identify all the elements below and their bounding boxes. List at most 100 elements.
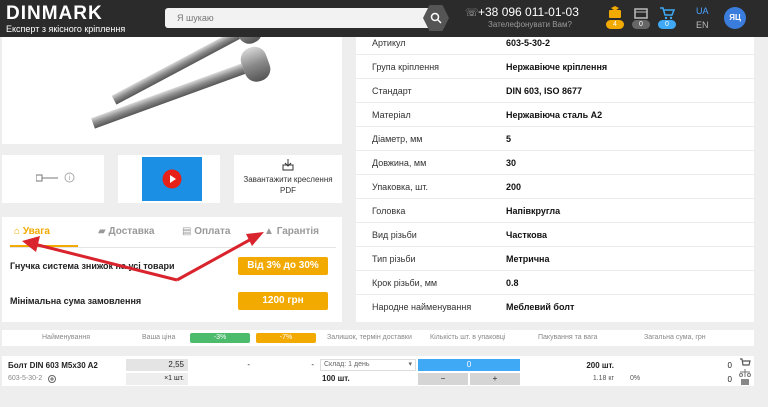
chevron-down-icon: ▾	[408, 361, 412, 368]
decrease-button[interactable]: −	[418, 373, 468, 385]
col-price: Ваша ціна	[142, 334, 176, 341]
product-image[interactable]	[2, 13, 342, 144]
tab-label: Увага	[22, 226, 50, 237]
avatar[interactable]: ЯЦ	[724, 7, 746, 29]
spec-value: 200	[506, 182, 522, 192]
specs-table: Артикул 603-5-30-2 Група кріплення Нержаві…	[356, 37, 754, 322]
spec-value: Меблевий болт	[506, 302, 575, 312]
order-table-header: Найменування Ваша ціна -3% -7% Залишок, …	[2, 330, 754, 346]
thumbnail-video[interactable]	[118, 155, 220, 203]
spec-label: Група кріплення	[372, 62, 440, 72]
product-name[interactable]: Болт DIN 603 M5x30 A2	[8, 361, 98, 370]
spec-row: Народне найменування Меблевий болт	[356, 295, 754, 319]
phone-icon: ☏	[465, 7, 479, 19]
spec-label: Діаметр, мм	[372, 134, 423, 144]
discount-7-badge: -7%	[256, 333, 316, 343]
tab-label: Доставка	[108, 226, 155, 237]
tab-divider	[10, 247, 336, 248]
thumbs-up-icon: ▲	[264, 226, 274, 237]
tab-warranty[interactable]: ▲ Гарантія	[264, 226, 319, 237]
tab-payment[interactable]: ▤ Оплата	[182, 226, 230, 237]
thumbnail-drawing[interactable]: i	[2, 155, 104, 203]
info-icon[interactable]: i	[64, 172, 75, 183]
spec-label: Тип різьби	[372, 254, 416, 264]
info-tabs: ⌂ Увага ▰ Доставка ▤ Оплата ▲ Гарантія Г…	[2, 217, 342, 322]
card-icon: ▤	[182, 226, 192, 237]
total-sum-discount: 0	[727, 375, 732, 384]
col-qty: Кількість шт. в упаковці	[430, 334, 506, 341]
product-sku: 603-5-30-2	[8, 375, 43, 382]
pack-weight: 1.18 кг	[592, 375, 614, 382]
spec-label: Народне найменування	[372, 302, 472, 312]
col-name: Найменування	[42, 334, 90, 341]
compare-icon[interactable]	[632, 6, 650, 20]
warehouse-label: Склад: 1 день	[324, 361, 370, 368]
col-stock: Залишок, термін доставки	[327, 334, 412, 341]
spec-row: Матеріал Нержавіюча сталь А2	[356, 103, 754, 127]
callback-link[interactable]: Зателефонувати Вам?	[488, 20, 572, 29]
tab-label: Гарантія	[276, 226, 320, 237]
spec-row: Вид різьби Часткова	[356, 223, 754, 247]
compare-scale-icon[interactable]	[739, 369, 751, 377]
bolt-image	[91, 13, 271, 129]
promo-text: Мінімальна сума замовлення	[10, 296, 142, 306]
home-icon: ⌂	[14, 226, 21, 237]
pack-qty: 200 шт.	[586, 361, 614, 370]
quantity-input[interactable]: 0	[418, 359, 520, 371]
spec-value: Напівкругла	[506, 206, 561, 216]
wallet-badge: 4	[606, 20, 624, 29]
tab-delivery[interactable]: ▰ Доставка	[98, 226, 154, 237]
spec-value: 5	[506, 134, 512, 144]
total-sum: 0	[727, 361, 732, 370]
wallet-icon[interactable]	[606, 6, 624, 20]
spec-label: Упаковка, шт.	[372, 182, 429, 192]
increase-button[interactable]: +	[470, 373, 520, 385]
spec-label: Стандарт	[372, 86, 412, 96]
phone-number[interactable]: +38 096 011-01-03	[478, 5, 579, 19]
spec-row: Довжина, мм 30	[356, 151, 754, 175]
spec-row: Упаковка, шт. 200	[356, 175, 754, 199]
cart-icon[interactable]	[658, 6, 676, 20]
spec-value: Метрична	[506, 254, 550, 264]
add-circle-icon[interactable]	[48, 375, 56, 383]
compare-badge: 0	[632, 20, 650, 29]
lang-en[interactable]: EN	[696, 20, 709, 30]
download-icon	[282, 159, 294, 171]
spec-value: Нержавіюча сталь А2	[506, 110, 603, 120]
spec-value: 603-5-30-2	[506, 38, 551, 48]
promo-text: Гнучка система знижок на усі товари	[10, 261, 175, 271]
spec-row: Група кріплення Нержавіюче кріплення	[356, 55, 754, 79]
add-to-cart-icon[interactable]	[739, 358, 751, 368]
favorite-icon[interactable]	[740, 378, 750, 386]
promo-row: Гнучка система знижок на усі товари Від …	[10, 257, 336, 275]
logo-tagline: Експерт з якісного кріплення	[6, 24, 126, 34]
search-button[interactable]	[423, 5, 449, 31]
price-value: 2,55	[126, 359, 188, 371]
spec-row: Діаметр, мм 5	[356, 127, 754, 151]
tab-label: Оплата	[194, 226, 231, 237]
spec-label: Крок різьби, мм	[372, 278, 438, 288]
discount-percent: 0%	[630, 375, 641, 382]
warehouse-select[interactable]: Склад: 1 день ▾	[320, 359, 416, 371]
spec-row: Стандарт DIN 603, ISO 8677	[356, 79, 754, 103]
price-per: ×1 шт.	[126, 373, 188, 385]
discount-3-badge: -3%	[190, 333, 250, 343]
search-input[interactable]	[165, 8, 420, 28]
spec-label: Головка	[372, 206, 406, 216]
download-label: Завантажити креслення PDF	[243, 175, 333, 195]
spec-value: 0.8	[506, 278, 519, 288]
min-order-button[interactable]: 1200 грн	[238, 292, 328, 310]
discount-7-price: -	[256, 359, 318, 371]
discount-button[interactable]: Від 3% до 30%	[238, 257, 328, 275]
table-row: Болт DIN 603 M5x30 A2 603-5-30-2 2,55 ×1…	[2, 356, 754, 386]
play-icon[interactable]	[162, 169, 182, 189]
tab-attention[interactable]: ⌂ Увага	[14, 226, 50, 237]
search-icon	[430, 12, 442, 24]
spec-value: 30	[506, 158, 517, 168]
lang-ua[interactable]: UA	[696, 6, 709, 16]
spec-value: DIN 603, ISO 8677	[506, 86, 583, 96]
truck-icon: ▰	[98, 226, 106, 237]
logo[interactable]: DINMARK	[6, 3, 103, 25]
col-pack: Пакування та вага	[538, 334, 598, 341]
download-pdf[interactable]: Завантажити креслення PDF	[234, 155, 342, 203]
